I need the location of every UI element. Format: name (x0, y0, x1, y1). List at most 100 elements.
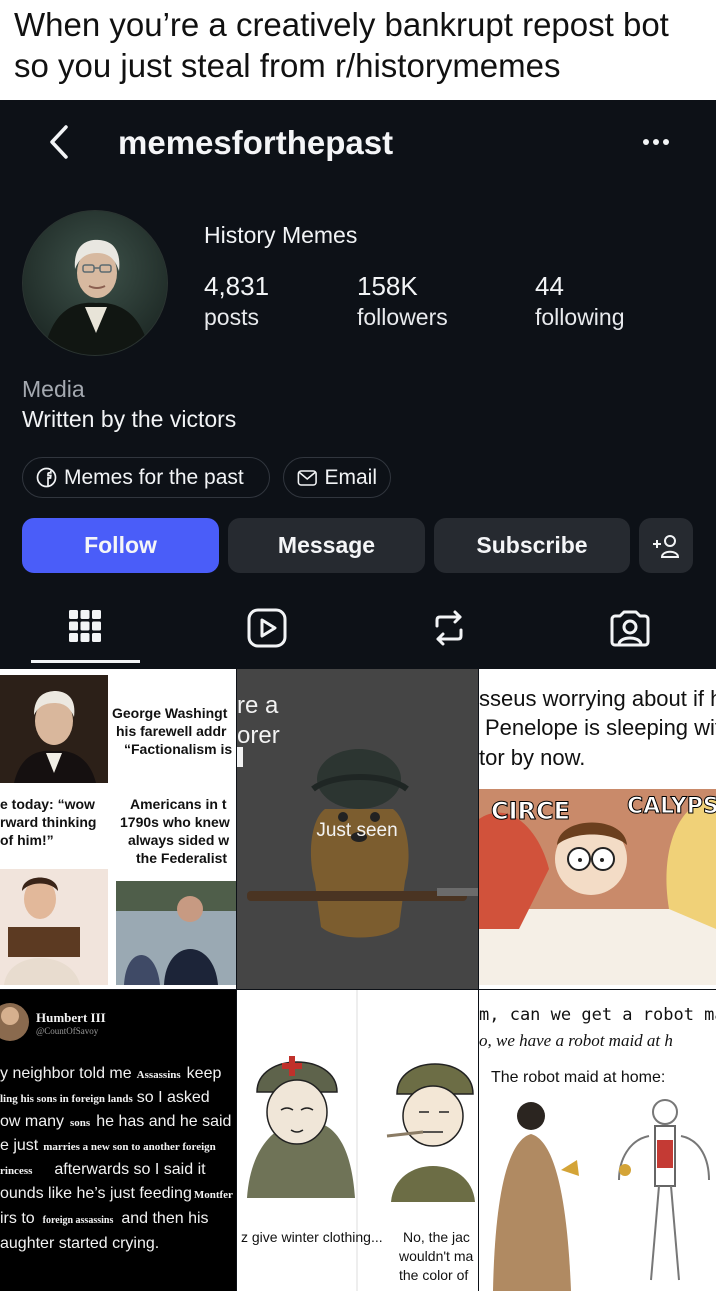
meme-caption: When you’re a creatively bankrupt repost… (0, 0, 716, 100)
follow-button[interactable]: Follow (22, 518, 219, 573)
caption-line-2: so you just steal from r/historymemes (14, 47, 561, 84)
post-tile-washington[interactable]: George Washingt his farewell addr “Facti… (0, 669, 236, 989)
p6-text-2: o, we have a robot maid at h (479, 1031, 673, 1050)
p1-right-2: 1790s who knew (120, 814, 230, 830)
p6-text-3: The robot maid at home: (491, 1069, 665, 1086)
p4-l1b: Assassins (137, 1069, 182, 1081)
tab-posts-grid[interactable] (65, 606, 109, 650)
post-image-odysseus: sseus worrying about if his Penelope is … (479, 686, 716, 985)
p1-left-3: of him!” (0, 832, 54, 848)
p1-left-1: e today: “wow (0, 796, 95, 812)
p4-l5b: afterwards so I said it (54, 1161, 206, 1178)
p4-l4b: marries a new son to another foreign (43, 1141, 216, 1153)
p4-l2: ling his sons in foreign lands (0, 1093, 133, 1105)
p4-l7c: and then his (121, 1210, 208, 1227)
p5-left-text: z give winter clothing... (241, 1229, 383, 1245)
p1-top-1: George Washingt (112, 705, 228, 721)
back-button[interactable] (44, 122, 74, 162)
p3-text-2: Penelope is sleeping with (485, 715, 716, 740)
p4-l7b: foreign assassins (43, 1215, 114, 1226)
email-link-chip[interactable]: Email (283, 457, 391, 498)
p4-handle: @CountOfSavoy (36, 1026, 99, 1036)
p1-right-3: always sided w (128, 832, 229, 848)
p1-right-4: the Federalist (136, 850, 227, 866)
p3-label-right: CALYPS (627, 794, 716, 819)
p3-label-left: CIRCE (491, 797, 570, 825)
profile-bio: Written by the victors (22, 406, 237, 432)
p4-name: Humbert III (36, 1010, 106, 1025)
p4-l4: e just (0, 1137, 39, 1154)
facebook-link-chip[interactable]: Memes for the past (22, 457, 270, 498)
active-tab-indicator (31, 660, 140, 663)
followers-count[interactable]: 158K followers (357, 270, 448, 332)
top-bar: memesforthepast (0, 100, 716, 184)
posts-count[interactable]: 4,831 posts (204, 270, 269, 332)
tab-tagged[interactable] (608, 606, 652, 650)
tab-reposts[interactable] (427, 606, 471, 650)
facebook-link-label: Memes for the past (64, 465, 244, 489)
tagged-icon (610, 610, 650, 647)
p4-l3c: he has and he said (96, 1113, 231, 1130)
p4-l3: ow many (0, 1113, 64, 1130)
p1-top-2: his farewell addr (116, 723, 227, 739)
posts-count-label: posts (204, 304, 259, 330)
post-image-doge: re a orer Just seen (237, 669, 478, 989)
p4-l2b: so I asked (137, 1089, 210, 1106)
p4-l6: ounds like he’s just feeding (0, 1185, 192, 1202)
post-tile-robot-maid[interactable]: m, can we get a robot mai o, we have a r… (479, 990, 716, 1291)
subscribe-button[interactable]: Subscribe (434, 518, 630, 573)
profile-tabs (0, 598, 716, 666)
message-button[interactable]: Message (228, 518, 425, 573)
suggested-accounts-button[interactable] (639, 518, 693, 573)
post-image-soldiers: z give winter clothing... No, the jac wo… (237, 990, 478, 1291)
george-washington-portrait (23, 211, 167, 355)
p5-right-1: No, the jac (403, 1229, 470, 1245)
p5-right-3: the color of (399, 1267, 468, 1283)
add-person-icon (653, 534, 680, 558)
just-seen-overlay: Just seen (316, 820, 397, 841)
post-image-washington: George Washingt his farewell addr “Facti… (0, 675, 236, 985)
instagram-profile-screen: memesforthepast History Memes 4,831 post… (0, 100, 716, 1291)
p1-left-2: rward thinking (0, 814, 96, 830)
following-count-label: following (535, 304, 625, 330)
post-tile-soldier-wojaks[interactable]: z give winter clothing... No, the jac wo… (237, 990, 478, 1291)
post-tile-humbert-tweet[interactable]: Humbert III @CountOfSavoy y neighbor tol… (0, 990, 236, 1291)
more-icon (643, 139, 669, 145)
p3-text-3: tor by now. (479, 745, 585, 770)
followers-count-label: followers (357, 304, 448, 330)
reposts-icon (435, 610, 463, 646)
followers-count-value: 158K (357, 271, 418, 301)
profile-username: memesforthepast (118, 124, 394, 161)
profile-display-name: History Memes (204, 222, 358, 248)
post-tile-odysseus[interactable]: sseus worrying about if his Penelope is … (479, 669, 716, 989)
post-image-robot-maid: m, can we get a robot mai o, we have a r… (479, 990, 716, 1291)
reels-icon (247, 608, 287, 648)
grid-icon (69, 610, 101, 642)
p1-top-3: “Factionalism is (124, 741, 232, 757)
profile-avatar[interactable] (22, 210, 168, 356)
p4-l7: irs to (0, 1210, 35, 1227)
p4-l6b: Montfer (194, 1189, 233, 1201)
profile-category: Media (22, 376, 85, 402)
svg-text:ow manysonshe has and he said: ow many sons he has and he said (0, 1113, 231, 1130)
p4-l1: y neighbor told me (0, 1065, 132, 1082)
p2-text-1: re a (237, 692, 279, 719)
email-link-label: Email (324, 465, 377, 489)
mail-icon (297, 469, 317, 486)
svg-text:y neighbor told meAssassinskee: y neighbor told me Assassins keep (0, 1065, 221, 1082)
post-tile-doge-helmet[interactable]: re a orer Just seen (237, 669, 478, 989)
posts-grid: George Washingt his farewell addr “Facti… (0, 669, 716, 1291)
p4-l1c: keep (187, 1065, 222, 1082)
caption-line-1: When you’re a creatively bankrupt repost… (14, 6, 669, 43)
posts-count-value: 4,831 (204, 271, 270, 301)
p1-right-1: Americans in t (130, 796, 227, 812)
more-options-button[interactable] (636, 130, 676, 154)
p2-text-2: orer (237, 722, 280, 749)
following-count-value: 44 (535, 271, 564, 301)
p6-text-1: m, can we get a robot mai (479, 1005, 716, 1025)
tab-reels[interactable] (245, 606, 289, 650)
following-count[interactable]: 44 following (535, 270, 625, 332)
facebook-icon (36, 467, 57, 488)
post-image-tweet: Humbert III @CountOfSavoy y neighbor tol… (0, 990, 236, 1291)
chevron-left-icon (50, 125, 68, 159)
